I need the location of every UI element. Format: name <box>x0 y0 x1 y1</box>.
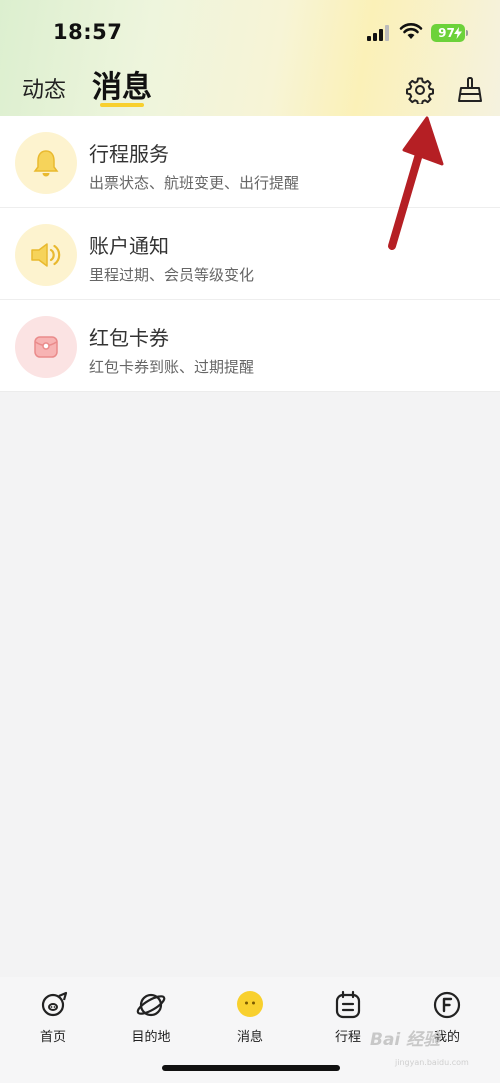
cellular-signal-icon <box>367 25 389 41</box>
row-subtitle: 红包卡券到账、过期提醒 <box>89 358 255 376</box>
speaker-icon <box>31 243 61 267</box>
row-subtitle: 里程过期、会员等级变化 <box>89 266 255 284</box>
active-tab-indicator <box>100 103 144 107</box>
message-row-coupons[interactable]: 红包卡券 红包卡券到账、过期提醒 <box>0 300 500 391</box>
profile-f-icon <box>433 991 461 1019</box>
nav-destination[interactable]: 目的地 <box>111 989 191 1045</box>
red-packet-avatar <box>15 316 77 378</box>
clear-broom-icon[interactable] <box>456 76 484 104</box>
nav-messages-label: 消息 <box>236 1030 263 1045</box>
annotation-arrow-icon <box>388 116 444 250</box>
battery-level: 97 <box>438 26 455 40</box>
watermark: Bai 经验 <box>370 1030 441 1050</box>
bell-icon <box>33 150 59 177</box>
nav-home[interactable]: 首页 <box>13 989 93 1045</box>
chat-bubble-icon <box>237 991 263 1017</box>
speaker-avatar <box>15 224 77 286</box>
nav-destination-label: 目的地 <box>131 1030 171 1045</box>
row-title: 红包卡券 <box>89 326 169 350</box>
row-title: 行程服务 <box>89 142 169 166</box>
nav-home-label: 首页 <box>39 1030 66 1045</box>
row-title: 账户通知 <box>89 234 169 258</box>
red-packet-icon <box>34 336 58 358</box>
status-time: 18:57 <box>53 20 123 44</box>
tab-messages[interactable]: 消息 <box>92 62 152 106</box>
bell-avatar <box>15 132 77 194</box>
battery-indicator: 97 <box>431 24 468 42</box>
calendar-icon <box>335 990 361 1019</box>
home-indicator <box>162 1065 340 1071</box>
watermark-sub: jingyan.baidu.com <box>395 1058 469 1067</box>
row-subtitle: 出票状态、航班变更、出行提醒 <box>89 174 300 192</box>
settings-gear-icon[interactable] <box>406 76 434 104</box>
header-background: 18:57 97 动态 消息 <box>0 0 500 116</box>
wifi-icon <box>399 23 423 39</box>
planet-icon <box>136 993 166 1017</box>
charging-bolt-icon <box>454 27 462 39</box>
status-bar: 18:57 97 <box>0 0 500 62</box>
tab-dynamic[interactable]: 动态 <box>22 72 66 104</box>
nav-messages[interactable]: 消息 <box>210 989 290 1045</box>
pig-face-icon <box>41 991 68 1017</box>
